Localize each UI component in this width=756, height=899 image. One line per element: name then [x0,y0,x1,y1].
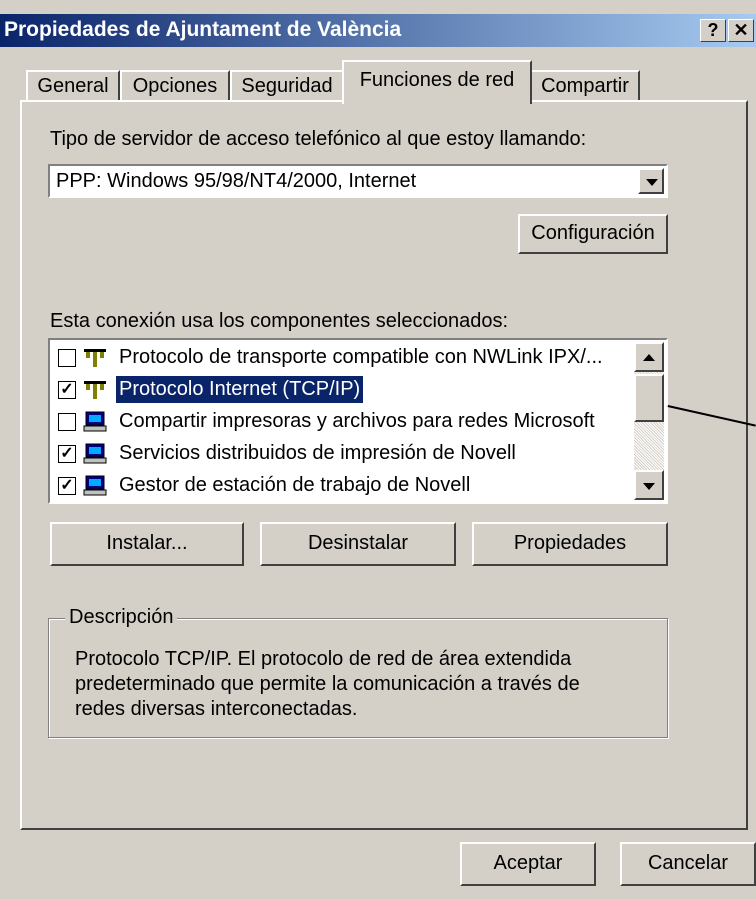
list-item-label: Protocolo de transporte compatible con N… [119,346,603,368]
checkbox-checked[interactable]: ✓ [58,381,76,399]
description-text: Protocolo TCP/IP. El protocolo de red de… [75,647,655,722]
server-type-value: PPP: Windows 95/98/NT4/2000, Internet [56,170,417,192]
network-service-icon [83,411,107,432]
dropdown-button[interactable] [638,168,664,194]
checkbox[interactable] [58,413,76,431]
uninstall-button[interactable]: Desinstalar [260,522,456,566]
list-item-label: Protocolo Internet (TCP/IP) [116,376,364,403]
checkbox-checked[interactable]: ✓ [58,477,76,495]
cancel-button[interactable]: Cancelar [620,842,756,886]
accept-button[interactable]: Aceptar [460,842,596,886]
list-item-selected[interactable]: ✓ Protocolo Internet (TCP/IP) [54,374,636,406]
vertical-scrollbar[interactable] [634,342,664,500]
list-item[interactable]: Protocolo de transporte compatible con N… [54,342,636,374]
chevron-down-icon [646,179,658,186]
description-line: redes diversas interconectadas. [75,698,358,720]
description-line: Protocolo TCP/IP. El protocolo de red de… [75,648,572,670]
install-button[interactable]: Instalar... [50,522,244,566]
checkbox[interactable] [58,349,76,367]
description-line: predeterminado que permite la comunicaci… [75,673,580,695]
list-item-label: Compartir impresoras y archivos para red… [119,410,595,432]
chevron-up-icon [643,354,655,361]
list-item[interactable]: Compartir impresoras y archivos para red… [54,406,636,438]
components-label: Esta conexión usa los componentes selecc… [50,310,509,332]
list-item-label: Gestor de estación de trabajo de Novell [119,474,471,496]
configuracion-button[interactable]: Configuración [518,214,668,254]
button-label: Desinstalar [307,532,409,554]
description-legend: Descripción [65,606,178,629]
network-service-icon [83,443,107,464]
callout-line [667,405,756,427]
list-item[interactable]: ✓ Gestor de estación de trabajo de Novel… [54,470,636,502]
chevron-down-icon [643,483,655,490]
button-label: Cancelar [647,852,729,874]
description-group: Descripción Protocolo TCP/IP. El protoco… [48,606,668,738]
button-label: Aceptar [493,852,563,874]
scroll-thumb[interactable] [634,374,664,422]
network-client-icon [83,475,107,496]
network-protocol-icon [84,349,106,367]
list-item[interactable]: ✓ Servicios distribuidos de impresión de… [54,438,636,470]
components-list[interactable]: Protocolo de transporte compatible con N… [48,338,668,504]
button-label: Propiedades [513,532,627,554]
properties-button[interactable]: Propiedades [472,522,668,566]
button-label: Instalar... [106,532,188,554]
properties-dialog: Propiedades de Ajuntament de València ? … [0,0,756,899]
scroll-up-button[interactable] [634,342,664,372]
server-type-label: Tipo de servidor de acceso telefónico al… [50,128,587,150]
checkbox-checked[interactable]: ✓ [58,445,76,463]
list-item-label: Servicios distribuidos de impresión de N… [119,442,516,464]
scroll-down-button[interactable] [634,470,664,500]
server-type-select[interactable]: PPP: Windows 95/98/NT4/2000, Internet [48,164,668,198]
network-protocol-icon [84,381,106,399]
button-label: Configuración [531,222,655,244]
